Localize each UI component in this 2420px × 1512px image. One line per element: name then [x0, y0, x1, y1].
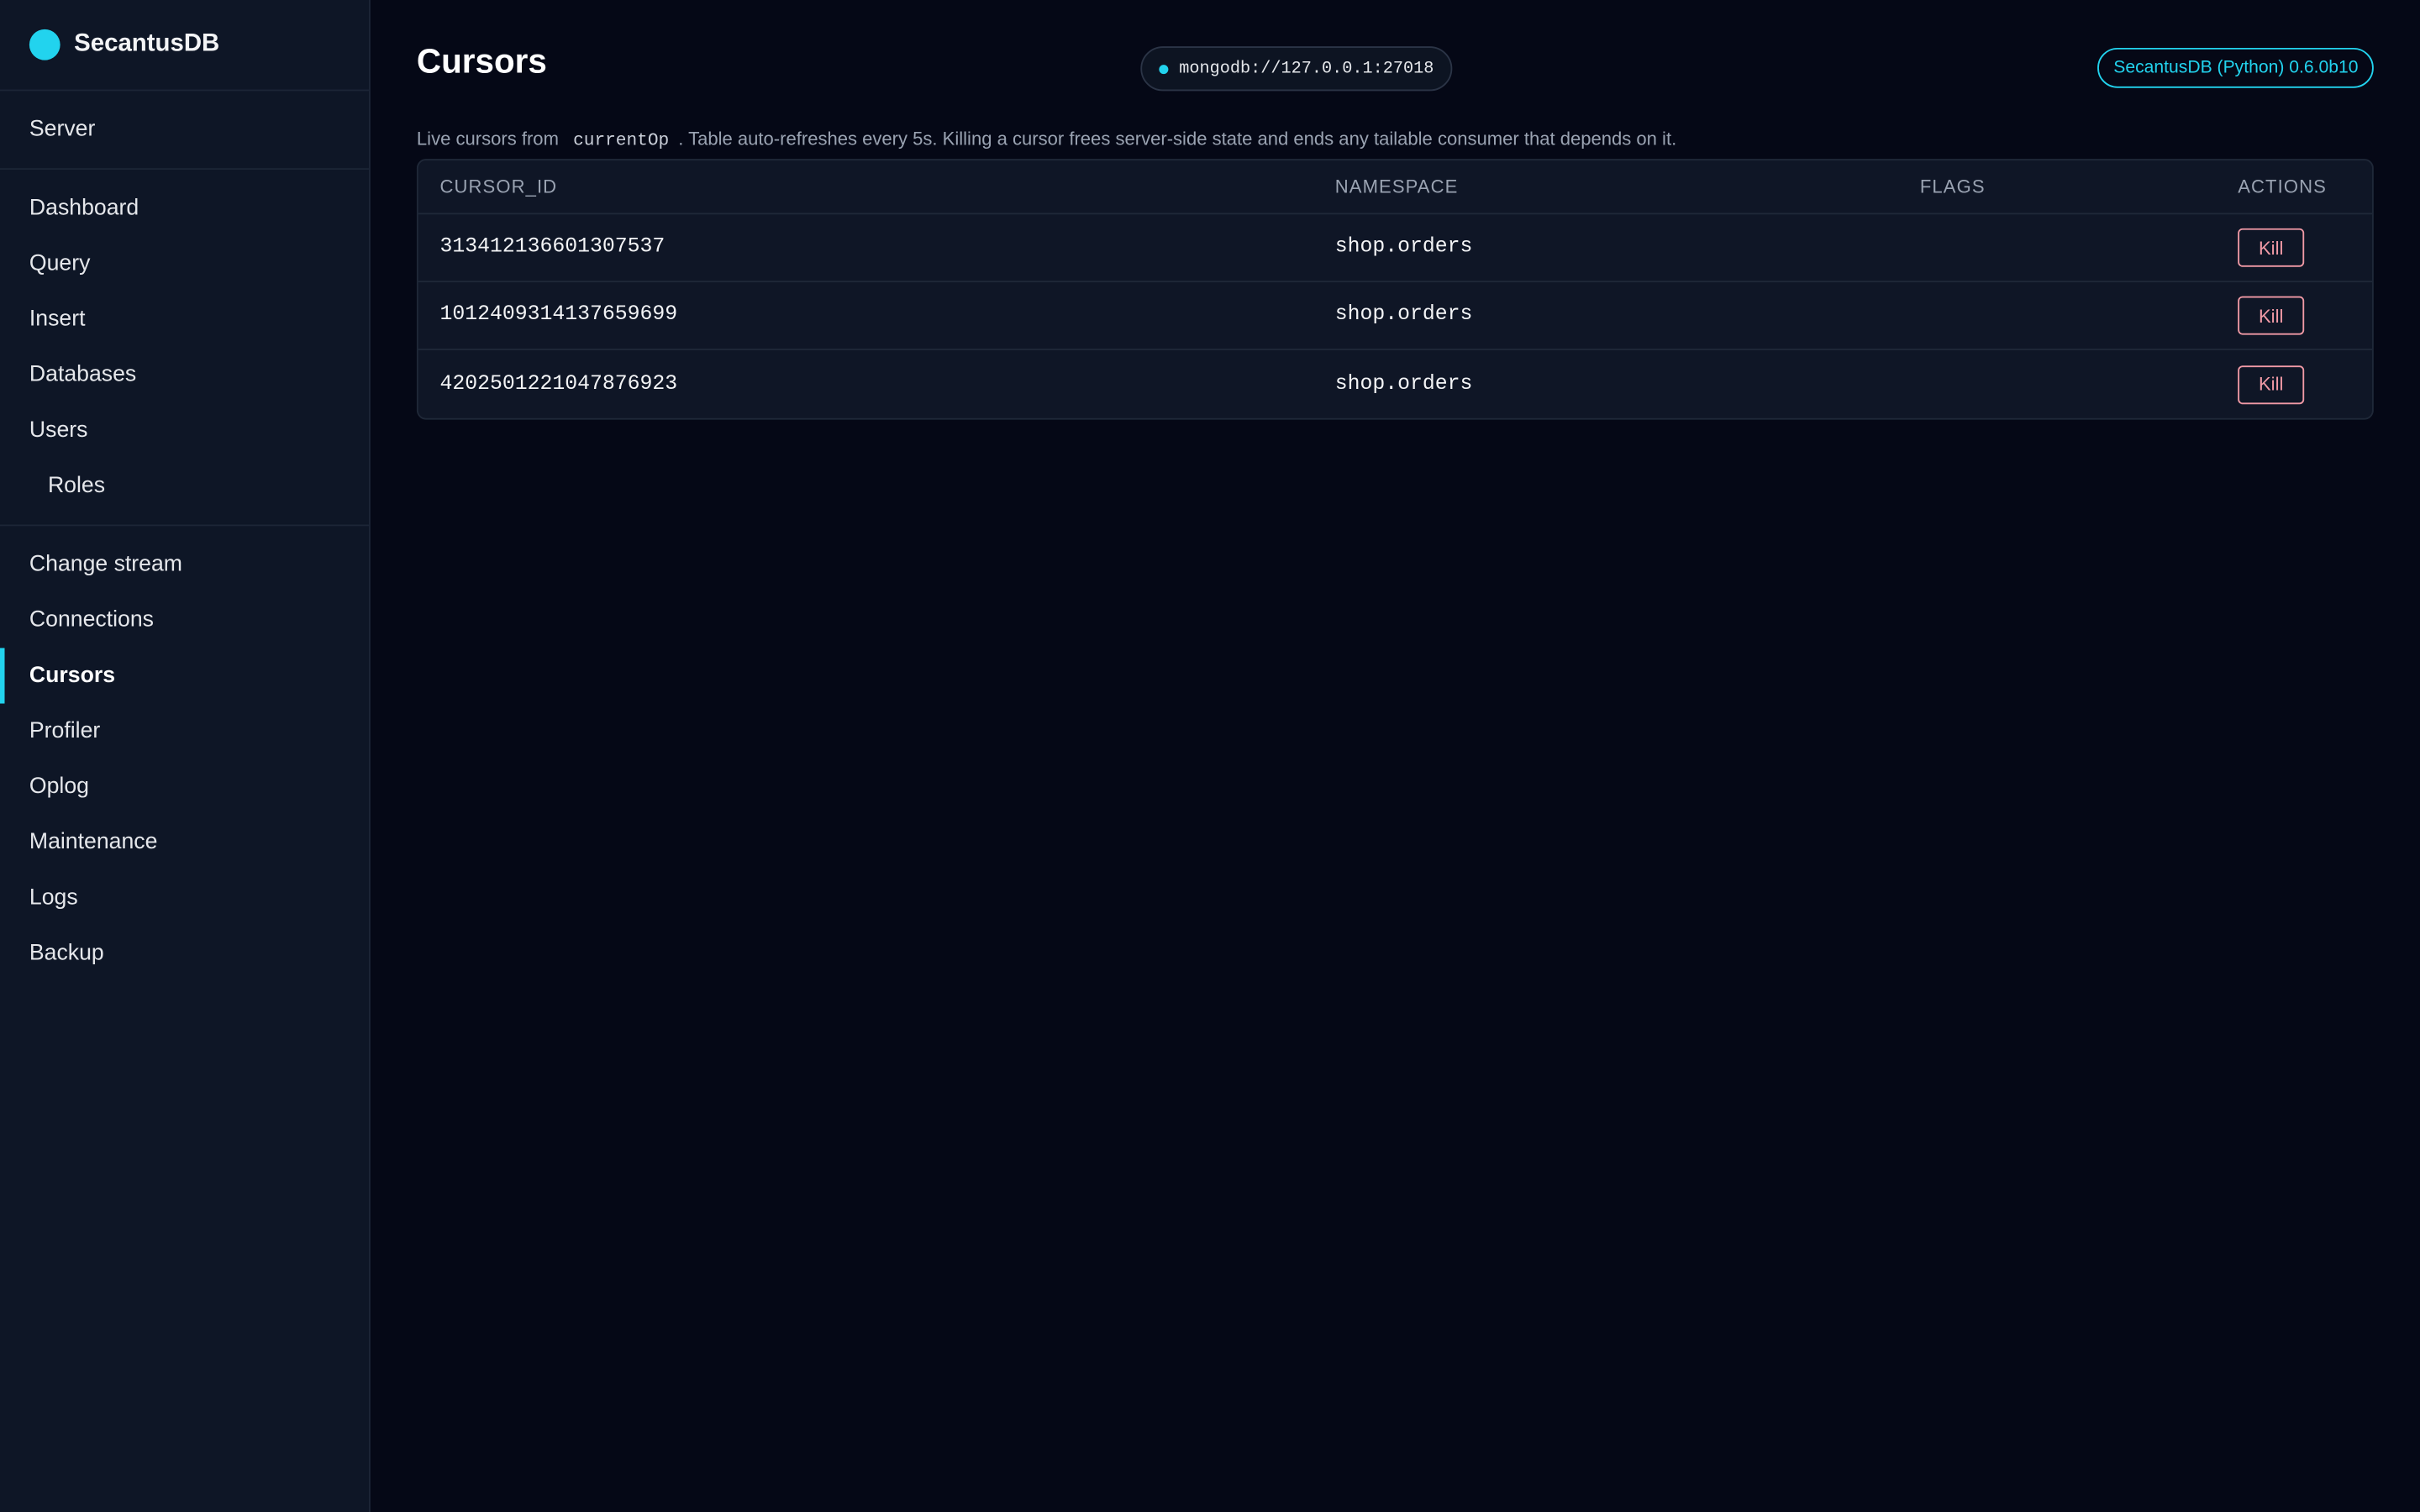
connection-pill: mongodb://127.0.0.1:27018 — [1140, 46, 1453, 92]
sidebar-item-roles[interactable]: Roles — [0, 458, 369, 513]
table-header: CURSOR_ID NAMESPACE FLAGS ACTIONS — [418, 160, 2373, 215]
sidebar-item-databases[interactable]: Databases — [0, 347, 369, 402]
sidebar-item-oplog[interactable]: Oplog — [0, 759, 369, 815]
sidebar-item-change-stream[interactable]: Change stream — [0, 537, 369, 592]
sidebar: SecantusDB Server Dashboard Query Insert… — [0, 0, 371, 1512]
nav-group-server: Server — [0, 91, 369, 171]
column-header-namespace: NAMESPACE — [1334, 176, 1459, 198]
version-badge: SecantusDB (Python) 0.6.0b10 — [2097, 47, 2374, 88]
actions-cell: Kill — [2238, 365, 2372, 404]
sidebar-item-insert[interactable]: Insert — [0, 291, 369, 347]
brand-name: SecantusDB — [74, 30, 220, 57]
namespace-cell: shop.orders — [1334, 236, 1473, 260]
brand: SecantusDB — [0, 0, 369, 92]
sidebar-item-maintenance[interactable]: Maintenance — [0, 815, 369, 870]
cursor-id-cell: 1012409314137659699 — [439, 303, 678, 328]
sidebar-item-server[interactable]: Server — [0, 102, 369, 157]
topbar: Cursors mongodb://127.0.0.1:27018 Secant… — [417, 0, 2374, 123]
nav-group-ops: Change stream Connections Cursors Profil… — [0, 526, 369, 992]
kill-cursor-button[interactable]: Kill — [2238, 296, 2305, 335]
sidebar-item-cursors[interactable]: Cursors — [0, 648, 369, 704]
sidebar-item-backup[interactable]: Backup — [0, 926, 369, 981]
namespace-cell: shop.orders — [1334, 303, 1473, 328]
app-root: SecantusDB Server Dashboard Query Insert… — [0, 0, 2420, 1512]
column-header-actions: ACTIONS — [2238, 176, 2327, 198]
cursor-id-cell: 313412136601307537 — [439, 236, 666, 260]
description-prefix: Live cursors from — [416, 128, 559, 150]
table-row: 1012409314137659699 shop.orders Kill — [418, 282, 2373, 350]
main-content: Cursors mongodb://127.0.0.1:27018 Secant… — [371, 0, 2420, 1512]
nav-group-data: Dashboard Query Insert Databases Users R… — [0, 170, 369, 527]
table-row: 4202501221047876923 shop.orders Kill — [418, 350, 2372, 418]
namespace-cell: shop.orders — [1334, 372, 1473, 396]
sidebar-item-logs[interactable]: Logs — [0, 870, 369, 926]
connection-string: mongodb://127.0.0.1:27018 — [1179, 59, 1434, 78]
sidebar-item-connections[interactable]: Connections — [0, 592, 369, 648]
column-header-flags: FLAGS — [1919, 176, 1986, 198]
page-title: Cursors — [416, 41, 547, 81]
sidebar-item-query[interactable]: Query — [0, 236, 369, 291]
cursor-id-cell: 4202501221047876923 — [439, 372, 678, 396]
status-dot-icon — [1159, 64, 1169, 74]
table-row: 313412136601307537 shop.orders Kill — [418, 214, 2373, 283]
page-description: Live cursors from currentOp . Table auto-… — [417, 128, 2374, 155]
sidebar-item-profiler[interactable]: Profiler — [0, 704, 369, 759]
actions-cell: Kill — [2238, 296, 2372, 335]
cursors-table: CURSOR_ID NAMESPACE FLAGS ACTIONS 313412… — [416, 159, 2374, 420]
sidebar-item-users[interactable]: Users — [0, 402, 369, 458]
logo-dot-icon — [29, 29, 60, 60]
kill-cursor-button[interactable]: Kill — [2238, 365, 2305, 404]
actions-cell: Kill — [2238, 228, 2372, 267]
sidebar-item-dashboard[interactable]: Dashboard — [0, 181, 369, 236]
kill-cursor-button[interactable]: Kill — [2238, 228, 2305, 267]
description-code: currentOp — [573, 131, 670, 151]
description-suffix: . Table auto-refreshes every 5s. Killing… — [678, 128, 1677, 150]
column-header-cursor-id: CURSOR_ID — [439, 176, 558, 198]
